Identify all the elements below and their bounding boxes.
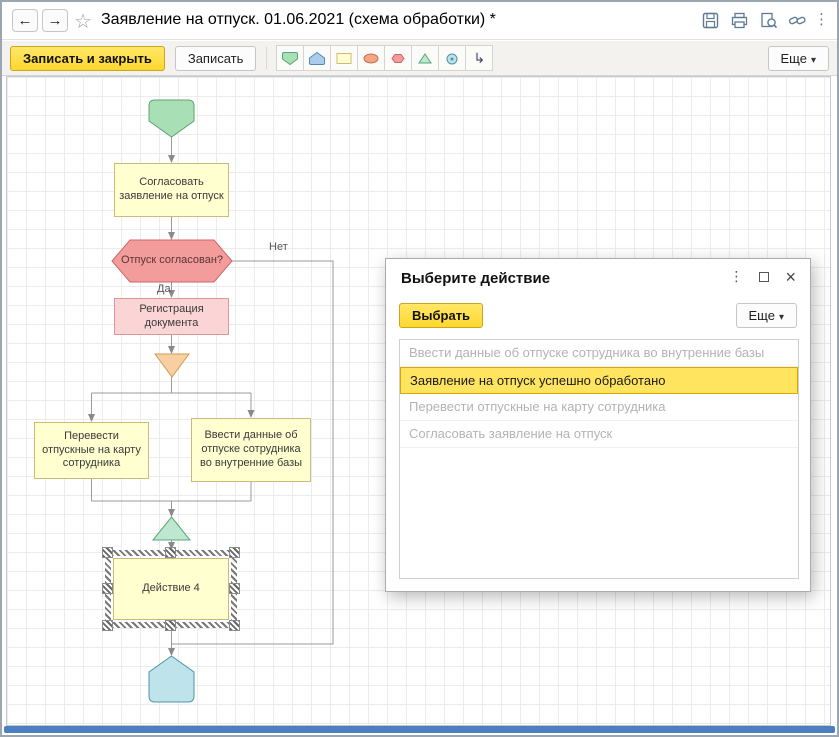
merge-shape-tool[interactable]: [411, 45, 440, 71]
shape-palette: ↳: [276, 45, 494, 71]
action-list: Ввести данные об отпуске сотрудника во в…: [399, 339, 799, 579]
resize-handle[interactable]: [165, 620, 176, 631]
list-item-selected[interactable]: Заявление на отпуск успешно обработано: [400, 367, 798, 394]
resize-handle[interactable]: [102, 547, 113, 558]
decision-node[interactable]: [111, 239, 233, 283]
toolbar-more-button[interactable]: Еще ▾: [767, 45, 829, 71]
start-node[interactable]: [148, 99, 195, 138]
resize-handle[interactable]: [229, 547, 240, 558]
resize-handle[interactable]: [229, 583, 240, 594]
link-icon[interactable]: [788, 11, 807, 30]
merge-connector-node[interactable]: [151, 516, 192, 541]
chevron-down-icon: ▾: [810, 54, 816, 66]
panel-options-kebab-icon[interactable]: ⋮: [814, 10, 829, 28]
app-window: ← → ☆ Заявление на отпуск. 01.06.2021 (с…: [0, 0, 839, 737]
back-button[interactable]: ←: [12, 9, 38, 32]
list-item[interactable]: Ввести данные об отпуске сотрудника во в…: [400, 340, 798, 367]
list-item[interactable]: Перевести отпускные на карту сотрудника: [400, 394, 798, 421]
transfer-action-node[interactable]: Перевести отпускные на карту сотрудника: [34, 422, 149, 479]
dialog-select-button[interactable]: Выбрать: [399, 303, 484, 328]
approve-action-node[interactable]: Согласовать заявление на отпуск: [114, 163, 229, 217]
choose-action-dialog: Выберите действие ⋮ × Выбрать Еще ▾ Ввест…: [385, 258, 811, 592]
data-shape-tool[interactable]: [438, 45, 467, 71]
favorite-star-icon[interactable]: ☆: [74, 9, 92, 34]
resize-handle[interactable]: [229, 620, 240, 631]
page-title: Заявление на отпуск. 01.06.2021 (схема о…: [101, 11, 496, 28]
resize-handle[interactable]: [102, 620, 113, 631]
titlebar: ← → ☆ Заявление на отпуск. 01.06.2021 (с…: [2, 2, 837, 40]
dialog-kebab-icon[interactable]: ⋮: [729, 268, 743, 285]
forward-button[interactable]: →: [42, 9, 68, 32]
save-icon[interactable]: [701, 11, 720, 30]
branch-label-no: Нет: [269, 241, 288, 253]
connector-tool[interactable]: ↳: [465, 45, 494, 71]
condition-shape-tool[interactable]: [357, 45, 386, 71]
action-shape-tool[interactable]: [330, 45, 359, 71]
horizontal-scrollbar[interactable]: [4, 726, 835, 733]
toolbar-separator: [266, 47, 268, 69]
end-node[interactable]: [148, 655, 195, 703]
list-item[interactable]: Согласовать заявление на отпуск: [400, 421, 798, 448]
chevron-down-icon: ▾: [778, 312, 784, 323]
save-and-close-button[interactable]: Записать и закрыть: [10, 45, 165, 71]
dialog-more-button[interactable]: Еще ▾: [735, 303, 797, 328]
split-connector-node[interactable]: [154, 353, 190, 378]
start-shape-tool[interactable]: [276, 45, 305, 71]
form-toolbar: Записать и закрыть Записать ↳ Еще ▾: [2, 41, 837, 76]
resize-handle[interactable]: [165, 547, 176, 558]
end-shape-tool[interactable]: [303, 45, 332, 71]
print-icon[interactable]: [730, 11, 749, 30]
dialog-title: Выберите действие: [401, 270, 551, 287]
register-action-node[interactable]: Регистрация документа: [114, 298, 229, 335]
dialog-close-icon[interactable]: ×: [785, 268, 796, 286]
branch-label-yes: Да: [157, 283, 171, 295]
selection-frame[interactable]: Действие 4: [102, 547, 240, 631]
preview-search-icon[interactable]: [759, 11, 778, 30]
decision-shape-tool[interactable]: [384, 45, 413, 71]
resize-handle[interactable]: [102, 583, 113, 594]
dialog-maximize-icon[interactable]: [759, 271, 770, 282]
action4-node[interactable]: Действие 4: [113, 558, 229, 620]
save-button[interactable]: Записать: [174, 45, 257, 71]
enter-data-action-node[interactable]: Ввести данные об отпуске сотрудника во в…: [191, 418, 311, 482]
